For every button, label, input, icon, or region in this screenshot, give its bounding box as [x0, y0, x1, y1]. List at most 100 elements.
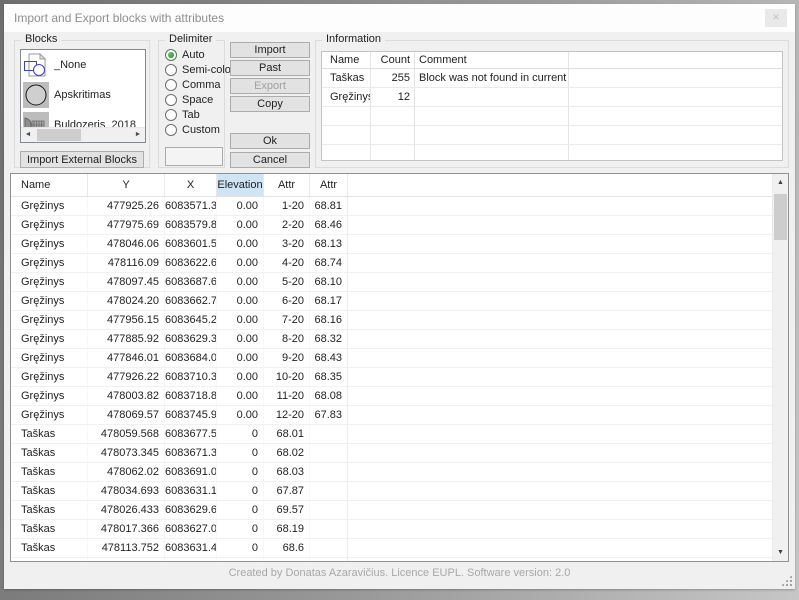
info-column-header-comment[interactable]: Comment: [415, 52, 569, 68]
table-row[interactable]: Gręžinys477885.926083629.310.008-2068.32: [11, 330, 773, 349]
table-row[interactable]: Gręžinys477925.266083571.300.001-2068.81: [11, 197, 773, 216]
table-cell: 0: [217, 425, 264, 443]
table-cell: 0: [217, 482, 264, 500]
delimiter-option-custom[interactable]: Custom: [165, 122, 224, 137]
blocks-list[interactable]: _None Apskritimas Buldozeris_2018 ◄ ►: [20, 49, 146, 143]
block-item[interactable]: Apskritimas: [21, 80, 145, 110]
dialog-window: Import and Export blocks with attributes…: [4, 4, 795, 589]
export-button: Export: [230, 78, 310, 94]
table-row[interactable]: Taškas478017.3666083627.097068.19: [11, 520, 773, 539]
table-row[interactable]: Taškas478026.4336083629.621069.57: [11, 501, 773, 520]
table-cell: Gręžinys: [11, 292, 88, 310]
table-row[interactable]: Gręžinys477846.016083684.000.009-2068.43: [11, 349, 773, 368]
table-column-header-x-2[interactable]: X: [165, 174, 217, 196]
info-cell-filler: [569, 126, 782, 144]
info-column-header-count[interactable]: Count: [371, 52, 415, 68]
table-column-header-attr-4[interactable]: Attr: [264, 174, 310, 196]
table-cell: 9-20: [264, 349, 310, 367]
scroll-up-icon[interactable]: ▲: [773, 175, 788, 190]
table-cell: 68.02: [264, 444, 310, 462]
table-cell: 478115.182: [88, 558, 165, 561]
table-row[interactable]: Gręžinys478024.206083662.750.006-2068.17: [11, 292, 773, 311]
table-row[interactable]: Gręžinys477926.226083710.300.0010-2068.3…: [11, 368, 773, 387]
table-row[interactable]: Gręžinys477975.696083579.870.002-2068.46: [11, 216, 773, 235]
blocks-hscrollbar[interactable]: ◄ ►: [21, 127, 145, 142]
radio-selected-icon: [165, 48, 177, 61]
cancel-button[interactable]: Cancel: [230, 152, 310, 168]
table-row[interactable]: Taškas478062.026083691.021068.03: [11, 463, 773, 482]
table-column-header-name-0[interactable]: Name: [11, 174, 88, 196]
table-cell: Gręžinys: [11, 216, 88, 234]
info-column-header-filler: [569, 52, 782, 68]
info-cell-count: [371, 145, 415, 160]
paste-button[interactable]: Past: [230, 60, 310, 76]
ok-button[interactable]: Ok: [230, 133, 310, 149]
table-row[interactable]: Taškas478115.1826083641.493070.01: [11, 558, 773, 561]
delimiter-option-comma[interactable]: Comma: [165, 77, 224, 92]
table-cell: 478073.345: [88, 444, 165, 462]
table-row[interactable]: Gręžinys478097.456083687.690.005-2068.10: [11, 273, 773, 292]
table-cell: 0: [217, 463, 264, 481]
table-cell: [310, 425, 348, 443]
table-row[interactable]: Gręžinys478046.066083601.540.003-2068.13: [11, 235, 773, 254]
table-column-header-attr-5[interactable]: Attr: [310, 174, 348, 196]
table-cell: 477956.15: [88, 311, 165, 329]
copy-button[interactable]: Copy: [230, 96, 310, 112]
table-cell: 68.46: [310, 216, 348, 234]
table-row[interactable]: Gręžinys477956.156083645.230.007-2068.16: [11, 311, 773, 330]
table-row[interactable]: Taškas478113.7526083631.452068.6: [11, 539, 773, 558]
table-cell: Gręžinys: [11, 368, 88, 386]
table-cell: 0.00: [217, 273, 264, 291]
attributes-table-header: Name Y X Elevation Attr Attr: [11, 174, 773, 197]
table-row[interactable]: Gręžinys478003.826083718.870.0011-2068.0…: [11, 387, 773, 406]
table-cell: Taškas: [11, 425, 88, 443]
table-row[interactable]: Taškas478059.5686083677.569068.01: [11, 425, 773, 444]
table-row[interactable]: Taškas478073.3456083671.358068.02: [11, 444, 773, 463]
delimiter-option-label: Tab: [182, 108, 200, 121]
table-vscrollbar-thumb[interactable]: [774, 194, 787, 240]
attributes-table-body: Gręžinys477925.266083571.300.001-2068.81…: [11, 197, 773, 561]
information-row[interactable]: Taškas 255 Block was not found in current …: [322, 69, 782, 88]
delimiter-option-auto[interactable]: Auto: [165, 47, 224, 62]
blocks-hscrollbar-thumb[interactable]: [37, 129, 81, 141]
scroll-right-icon[interactable]: ►: [131, 128, 145, 142]
table-cell: 478062.02: [88, 463, 165, 481]
table-cell: [310, 444, 348, 462]
delimiter-option-semi-colon[interactable]: Semi-colon: [165, 62, 237, 77]
table-column-header-elevation-3[interactable]: Elevation: [217, 174, 264, 196]
delimiter-option-label: Custom: [182, 123, 220, 136]
table-row[interactable]: Gręžinys478069.576083745.950.0012-2067.8…: [11, 406, 773, 425]
scroll-down-icon[interactable]: ▼: [773, 545, 788, 560]
close-button[interactable]: ×: [765, 9, 787, 27]
block-item-label: _None: [54, 59, 87, 71]
import-button[interactable]: Import: [230, 42, 310, 58]
info-cell-name: [322, 145, 371, 160]
table-cell: 477925.26: [88, 197, 165, 215]
titlebar[interactable]: Import and Export blocks with attributes…: [4, 4, 795, 32]
information-group-label: Information: [322, 33, 386, 45]
info-column-header-name[interactable]: Name: [322, 52, 371, 68]
table-cell: 6083571.30: [165, 197, 217, 215]
table-column-header-y-1[interactable]: Y: [88, 174, 165, 196]
information-row[interactable]: Gręžinys 12: [322, 88, 782, 107]
table-row[interactable]: Gręžinys478116.096083622.650.004-2068.74: [11, 254, 773, 273]
import-external-blocks-button[interactable]: Import External Blocks: [20, 151, 144, 168]
info-cell-count: 12: [371, 88, 415, 106]
delimiter-option-space[interactable]: Space: [165, 92, 224, 107]
table-cell: Taškas: [11, 539, 88, 557]
table-cell: 2-20: [264, 216, 310, 234]
scroll-left-icon[interactable]: ◄: [21, 128, 35, 142]
block-item[interactable]: _None: [21, 50, 145, 80]
table-cell: [310, 539, 348, 557]
table-cell: 68.74: [310, 254, 348, 272]
table-cell: 0.00: [217, 254, 264, 272]
table-cell: 0.00: [217, 406, 264, 424]
table-cell: Taškas: [11, 520, 88, 538]
info-cell-comment: [415, 126, 569, 144]
delimiter-option-tab[interactable]: Tab: [165, 107, 224, 122]
table-cell: 0.00: [217, 292, 264, 310]
table-vscrollbar[interactable]: ▲ ▼: [772, 174, 788, 561]
window-title: Import and Export blocks with attributes: [14, 11, 225, 25]
block-item-label: Apskritimas: [54, 89, 111, 101]
table-row[interactable]: Taškas478034.6936083631.194067.87: [11, 482, 773, 501]
